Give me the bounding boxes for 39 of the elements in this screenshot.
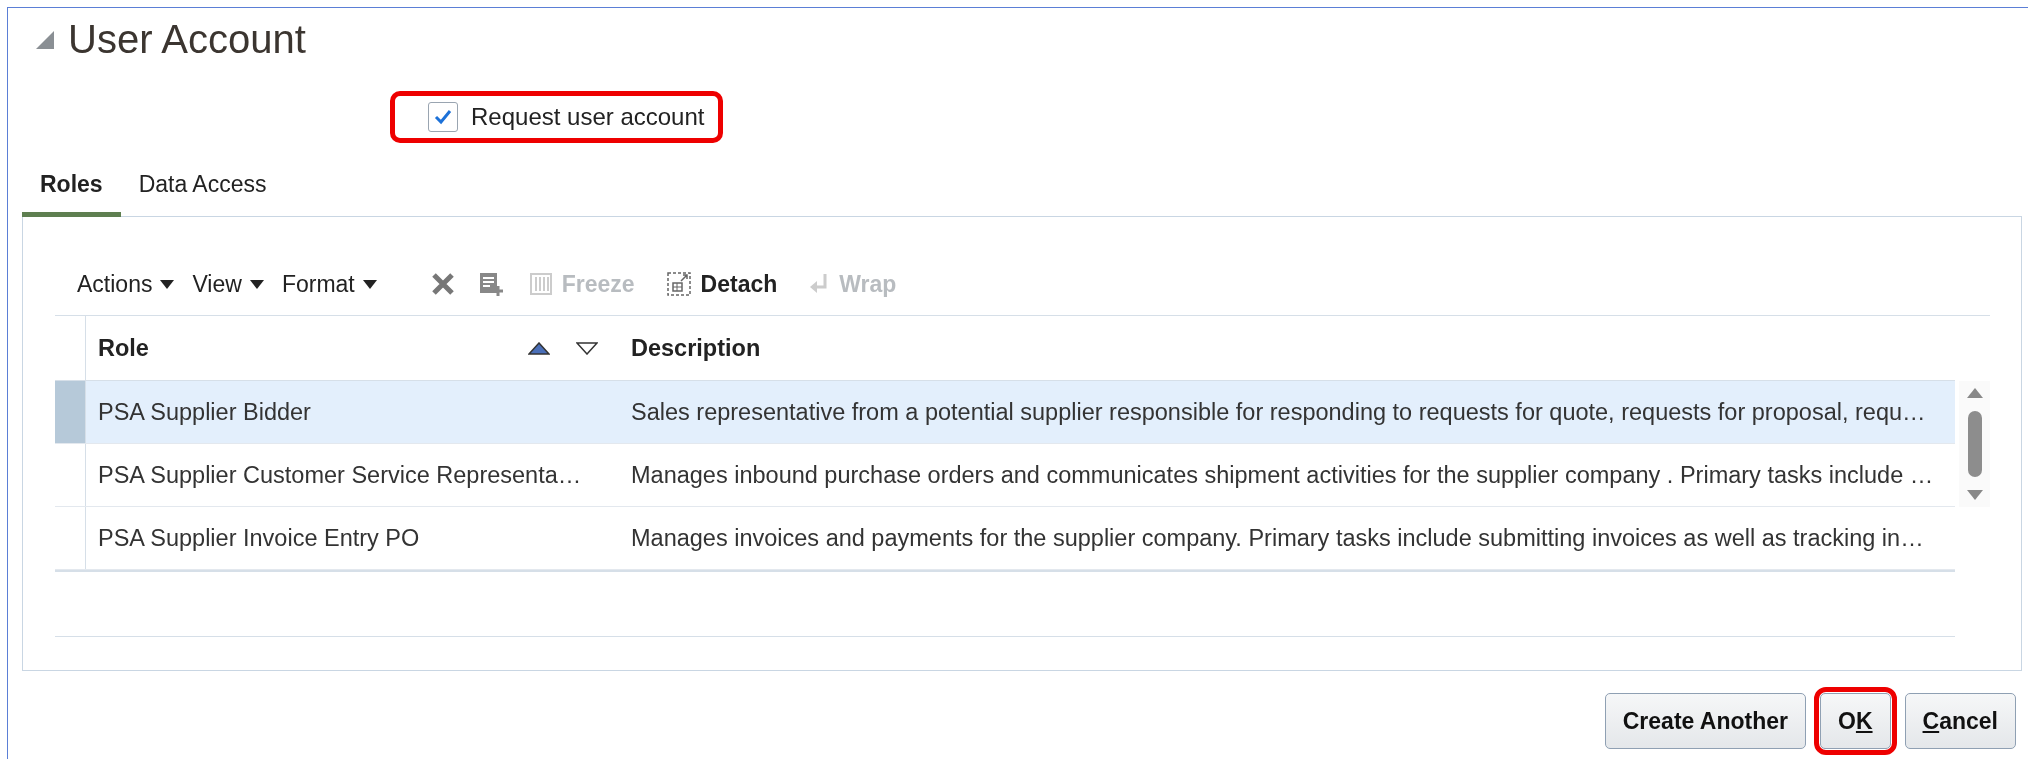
scrollbar[interactable] xyxy=(1959,381,1990,507)
detach-icon xyxy=(666,272,691,296)
delete-button[interactable] xyxy=(430,272,455,296)
table-cell-text: Manages invoices and payments for the supplier company. Primary tasks include submitting invoices as well as tracking in… xyxy=(630,523,1925,553)
wrap-icon xyxy=(809,273,830,295)
scroll-down-icon[interactable] xyxy=(1965,489,1984,501)
tab[interactable]: Roles xyxy=(22,159,121,217)
table-cell-text: PSA Supplier Invoice Entry PO xyxy=(97,523,421,553)
column-header[interactable]: Description xyxy=(631,334,761,362)
table-cell-text: PSA Supplier Customer Service Representa… xyxy=(97,460,583,490)
tab[interactable]: Data Access xyxy=(120,159,285,217)
scroll-thumb[interactable] xyxy=(1967,411,1982,477)
sort-ascending-icon[interactable] xyxy=(528,341,550,355)
dialog-button[interactable]: Cancel xyxy=(1904,693,2016,749)
menu-button[interactable]: View xyxy=(192,270,264,298)
table-row[interactable]: PSA Supplier Bidder Sales representative from a potential supplier responsible for responding to requests for quote, requests for proposal, requ… xyxy=(55,381,1955,444)
caret-icon xyxy=(249,279,264,289)
table-row[interactable]: PSA Supplier Invoice Entry PO Manages invoices and payments for the supplier company. Primary tasks include submitting invoices as well as tracking in… xyxy=(55,507,1955,570)
add-row-button[interactable] xyxy=(478,271,504,297)
section-title: User Account xyxy=(68,17,306,61)
columns-icon xyxy=(529,273,552,295)
menu-button[interactable]: Format xyxy=(281,270,377,298)
sort-descending-icon[interactable] xyxy=(576,341,598,355)
checkmark-icon xyxy=(434,109,452,125)
table-row[interactable]: PSA Supplier Customer Service Representa… Manages inbound purchase orders and communicates shipment activities for the supplier company . Primary tasks include … xyxy=(55,444,1955,507)
checkbox[interactable] xyxy=(428,102,458,132)
toolbar-button[interactable]: Detach xyxy=(666,270,778,298)
caret-icon xyxy=(362,279,377,289)
dialog-button[interactable]: OK xyxy=(1820,693,1891,749)
table-cell-text: Manages inbound purchase orders and communicates shipment activities for the supplier company . Primary tasks include … xyxy=(630,460,1935,490)
menu-button[interactable]: Actions xyxy=(77,270,175,298)
collapse-icon[interactable] xyxy=(34,31,54,49)
scroll-up-icon[interactable] xyxy=(1965,387,1984,399)
caret-icon xyxy=(160,279,175,289)
table-cell: Sales representative from a potential supplier responsible for responding to requests for quote, requests for proposal, requ… xyxy=(620,381,1955,443)
dialog-button[interactable]: Create Another xyxy=(1604,693,1807,749)
column-header[interactable]: Role xyxy=(98,334,149,362)
checkbox-label: Request user account xyxy=(471,103,705,131)
table-cell: PSA Supplier Bidder xyxy=(86,381,620,443)
